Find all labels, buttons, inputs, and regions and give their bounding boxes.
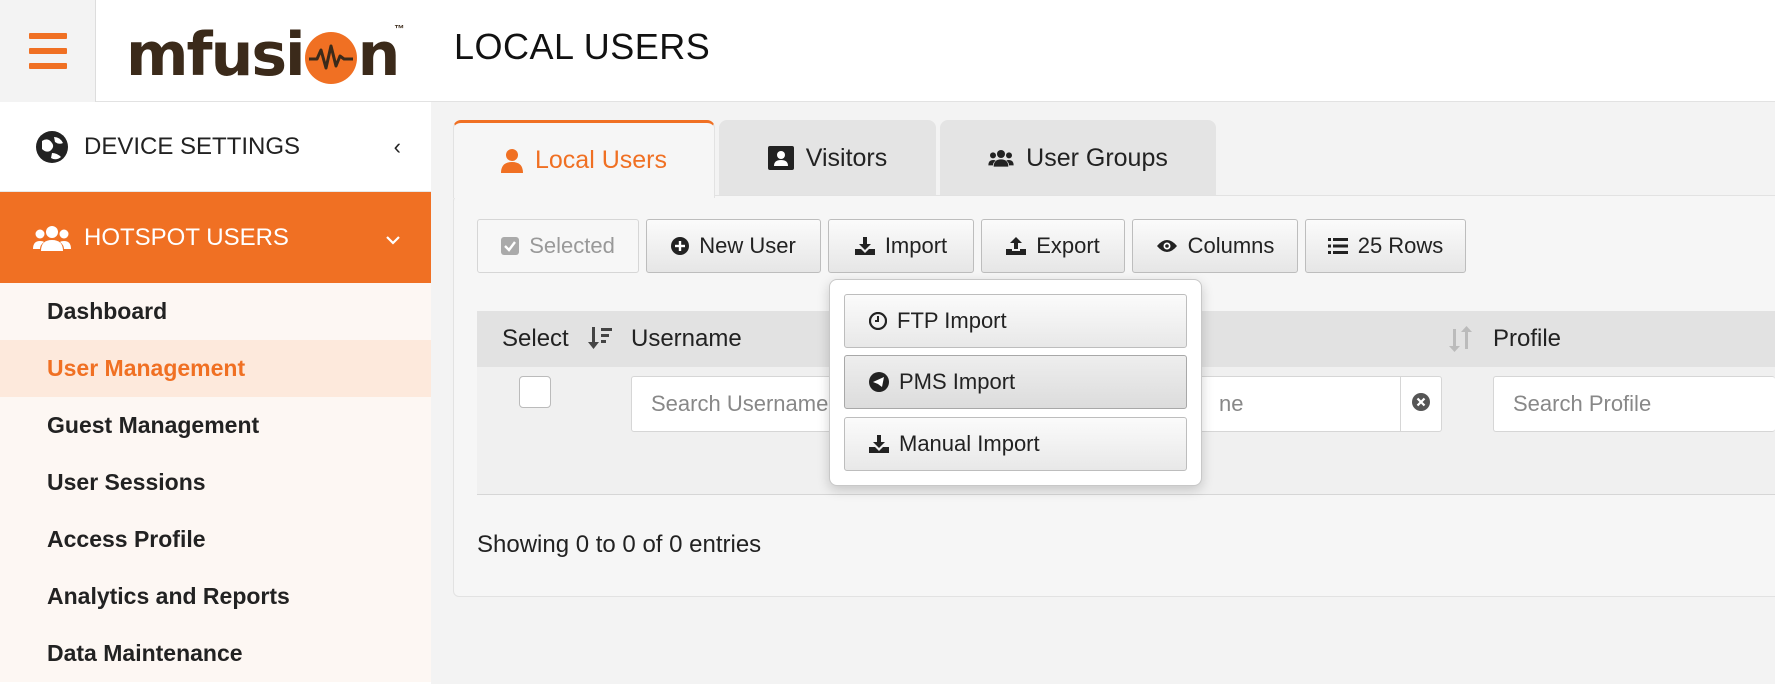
pms-import-item[interactable]: PMS Import bbox=[844, 355, 1187, 409]
chevron-down-icon bbox=[385, 225, 401, 251]
table-info: Showing 0 to 0 of 0 entries bbox=[477, 531, 762, 558]
sidebar-section-label: DEVICE SETTINGS bbox=[84, 132, 301, 160]
download-icon bbox=[869, 435, 889, 453]
tab-label: Local Users bbox=[535, 146, 667, 174]
import-dropdown-menu: FTP Import PMS Import Manual Import bbox=[829, 279, 1202, 486]
logo-text-right: n bbox=[357, 20, 401, 90]
columns-label: Columns bbox=[1187, 233, 1275, 258]
download-icon bbox=[854, 237, 875, 255]
import-label: Import bbox=[884, 233, 948, 258]
telegram-icon bbox=[869, 372, 889, 392]
export-label: Export bbox=[1036, 233, 1100, 258]
clock-icon bbox=[869, 312, 887, 330]
sort-unsorted-icon[interactable] bbox=[1448, 325, 1474, 360]
selected-label: Selected bbox=[529, 233, 615, 258]
import-button[interactable]: Import bbox=[828, 219, 974, 273]
select-all-checkbox[interactable] bbox=[519, 376, 551, 408]
checkbox-checked-icon bbox=[501, 237, 520, 255]
column-header-username[interactable]: Username bbox=[631, 325, 742, 353]
sidebar-item-user-management[interactable]: User Management bbox=[0, 340, 431, 397]
manual-import-item[interactable]: Manual Import bbox=[844, 417, 1187, 471]
hamburger-icon bbox=[28, 33, 67, 69]
sidebar-section-hotspot-users[interactable]: HOTSPOT USERS bbox=[0, 192, 431, 283]
sidebar-item-guest-management[interactable]: Guest Management bbox=[0, 397, 431, 454]
new-user-label: New User bbox=[699, 233, 796, 258]
manual-import-label: Manual Import bbox=[899, 431, 1040, 456]
export-button[interactable]: Export bbox=[981, 219, 1125, 273]
users-icon bbox=[32, 218, 72, 258]
sidebar: DEVICE SETTINGS ‹ HOTSPOT USERS Dashboar… bbox=[0, 102, 431, 684]
contact-card-icon bbox=[767, 146, 794, 170]
rows-button[interactable]: 25 Rows bbox=[1305, 219, 1466, 273]
sidebar-item-analytics-reports[interactable]: Analytics and Reports bbox=[0, 568, 431, 625]
tab-local-users[interactable]: Local Users bbox=[453, 120, 715, 198]
search-username-input[interactable]: Search Username bbox=[631, 376, 840, 432]
sidebar-item-data-maintenance[interactable]: Data Maintenance bbox=[0, 625, 431, 682]
tab-label: Visitors bbox=[805, 143, 888, 172]
hamburger-menu-button[interactable] bbox=[0, 0, 96, 102]
ftp-import-label: FTP Import bbox=[897, 308, 1007, 333]
eye-icon bbox=[1156, 239, 1178, 253]
tab-label: User Groups bbox=[1026, 143, 1168, 172]
sidebar-item-access-profile[interactable]: Access Profile bbox=[0, 511, 431, 568]
sidebar-section-device-settings[interactable]: DEVICE SETTINGS ‹ bbox=[0, 102, 431, 192]
logo-text-left: mfusi bbox=[126, 20, 306, 90]
columns-button[interactable]: Columns bbox=[1132, 219, 1298, 273]
chevron-left-icon: ‹ bbox=[393, 133, 401, 159]
column-header-select[interactable]: Select bbox=[502, 325, 569, 353]
upload-icon bbox=[1006, 237, 1027, 255]
user-icon bbox=[501, 148, 523, 173]
tab-user-groups[interactable]: User Groups bbox=[940, 120, 1216, 196]
column-header-profile[interactable]: Profile bbox=[1493, 325, 1561, 353]
logo-pulse-icon bbox=[304, 32, 357, 84]
rows-label: 25 Rows bbox=[1357, 233, 1444, 258]
list-icon bbox=[1327, 238, 1348, 254]
globe-icon bbox=[32, 127, 72, 167]
pms-import-label: PMS Import bbox=[899, 369, 1016, 394]
sidebar-section-label: HOTSPOT USERS bbox=[84, 223, 289, 251]
mfusion-logo[interactable]: mfusi n ™ bbox=[126, 20, 404, 90]
ftp-import-item[interactable]: FTP Import bbox=[844, 294, 1187, 348]
sidebar-item-user-sessions[interactable]: User Sessions bbox=[0, 454, 431, 511]
top-bar: mfusi n ™ LOCAL USERS bbox=[96, 0, 1775, 102]
sidebar-submenu: Dashboard User Management Guest Manageme… bbox=[0, 283, 431, 682]
selected-button[interactable]: Selected bbox=[477, 219, 639, 273]
page-title: LOCAL USERS bbox=[454, 26, 711, 67]
sidebar-item-dashboard[interactable]: Dashboard bbox=[0, 283, 431, 340]
tab-visitors[interactable]: Visitors bbox=[719, 120, 936, 196]
search-profile-input[interactable]: Search Profile bbox=[1493, 376, 1775, 432]
plus-circle-icon bbox=[671, 237, 690, 255]
sort-descending-icon[interactable] bbox=[587, 325, 613, 358]
close-circle-icon bbox=[1412, 392, 1430, 416]
logo-trademark: ™ bbox=[394, 24, 405, 35]
users-group-icon bbox=[988, 148, 1014, 168]
clear-search-button[interactable] bbox=[1400, 376, 1442, 432]
new-user-button[interactable]: New User bbox=[646, 219, 821, 273]
search-hidden-column-input[interactable]: ne bbox=[1199, 376, 1401, 432]
